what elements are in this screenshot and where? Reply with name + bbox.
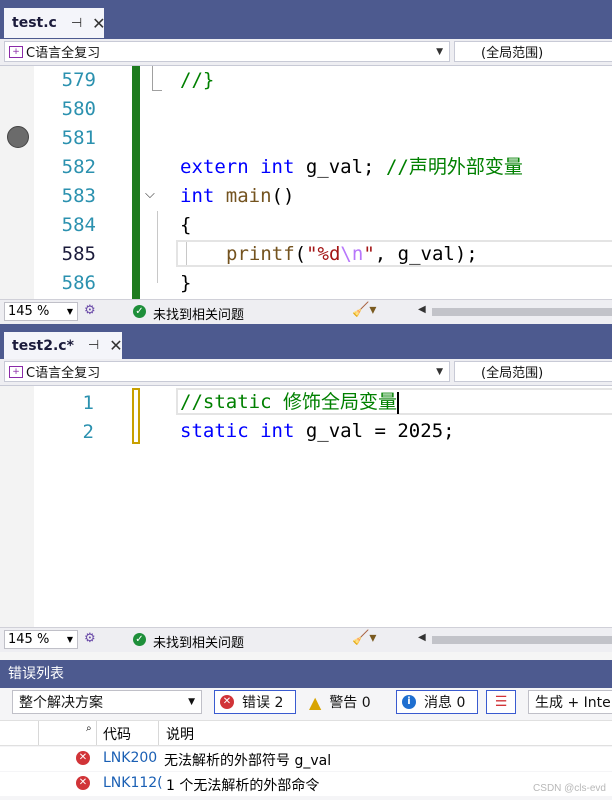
error-row[interactable]: ✕ LNK112( 1 个无法解析的外部命令 [0, 772, 612, 796]
project-dropdown[interactable]: + C语言全复习 ▼ [4, 41, 450, 62]
editor2-code-area[interactable]: 1 2 //static 修饰全局变量 static int g_val = 2… [0, 386, 612, 627]
line-number: 586 [61, 272, 96, 294]
intellicode-icon[interactable]: ⚙ [84, 631, 96, 646]
code-line: { [180, 214, 192, 236]
fold-guide [152, 66, 153, 90]
pin-icon[interactable]: ⊣ [71, 16, 82, 31]
editor1-navbar: + C语言全复习 ▼ (全局范围) [0, 39, 612, 66]
line-number: 585 [61, 243, 96, 265]
chevron-down-icon: ▼ [436, 46, 443, 57]
editor1-statusbar: 145 % ▼ ⚙ ✓ 未找到相关问题 🧹▾ ◀ [0, 299, 612, 324]
project-icon: + [9, 365, 23, 378]
error-description: 无法解析的外部符号 g_val [164, 753, 332, 769]
error-row[interactable]: ✕ LNK200 无法解析的外部符号 g_val [0, 747, 612, 771]
line-number: 2 [82, 421, 94, 443]
check-icon: ✓ [133, 305, 146, 318]
issues-status[interactable]: 未找到相关问题 [153, 632, 244, 651]
line-number: 582 [61, 156, 96, 178]
code-cleanup-icon[interactable]: 🧹▾ [352, 302, 376, 318]
zoom-dropdown[interactable]: 145 % ▼ [4, 630, 78, 649]
column-divider[interactable] [158, 721, 159, 745]
unsaved-change-bar [132, 388, 140, 444]
error-list-title[interactable]: 错误列表 [0, 660, 612, 688]
project-icon: + [9, 45, 23, 58]
line-number: 583 [61, 185, 96, 207]
close-icon[interactable]: ✕ [109, 336, 122, 355]
intellicode-icon[interactable]: ⚙ [84, 303, 96, 318]
chevron-down-icon: ▼ [188, 697, 195, 707]
editor2-statusbar: 145 % ▼ ⚙ ✓ 未找到相关问题 🧹▾ ◀ [0, 627, 612, 652]
project-label: C语言全复习 [26, 46, 101, 61]
horizontal-scrollbar[interactable] [432, 308, 612, 316]
error-code-link[interactable]: LNK112( [103, 775, 163, 791]
scope-filter-dropdown[interactable]: 整个解决方案 ▼ [12, 690, 202, 714]
project-dropdown[interactable]: + C语言全复习 ▼ [4, 361, 450, 382]
scope-label: (全局范围) [481, 366, 544, 381]
error-list-panel: 错误列表 整个解决方案 ▼ ✕ 错误 2 ▲ 警告 0 i 消息 0 ☰ 生成 … [0, 660, 612, 800]
error-code-link[interactable]: LNK200 [103, 750, 157, 766]
messages-filter-button[interactable]: i 消息 0 [396, 690, 478, 714]
line-number: 584 [61, 214, 96, 236]
code-line: static int g_val = 2025; [180, 420, 455, 442]
check-icon: ✓ [133, 633, 146, 646]
column-header-code[interactable]: 代码 [103, 724, 131, 744]
zoom-dropdown[interactable]: 145 % ▼ [4, 302, 78, 321]
close-icon[interactable]: ✕ [92, 14, 105, 33]
build-source-dropdown[interactable]: 生成 + Inte [528, 690, 612, 714]
column-header-description[interactable]: 说明 [166, 724, 194, 744]
project-label: C语言全复习 [26, 366, 101, 381]
line-number: 579 [61, 69, 96, 91]
issues-status[interactable]: 未找到相关问题 [153, 304, 244, 323]
warnings-filter-button[interactable]: ▲ 警告 0 [302, 690, 390, 714]
chevron-down-icon: ▼ [66, 635, 73, 644]
breakpoint-icon[interactable] [7, 126, 29, 148]
scope-label: (全局范围) [481, 46, 544, 61]
chevron-down-icon: ▼ [66, 307, 73, 316]
build-filter-toggle[interactable]: ☰ [486, 690, 516, 714]
code-line: int main() [180, 185, 295, 207]
editor1-code-area[interactable]: 579 580 581 582 583 584 585 586 ⌵ //} ex… [0, 66, 612, 299]
collapse-chevron-icon[interactable]: ⌵ [145, 187, 155, 202]
tab-test2-c[interactable]: test2.c* ⊣ ✕ [4, 332, 123, 359]
fold-guide [152, 90, 162, 91]
scope-dropdown[interactable]: (全局范围) [454, 41, 612, 62]
errors-filter-button[interactable]: ✕ 错误 2 [214, 690, 296, 714]
code-cleanup-icon[interactable]: 🧹▾ [352, 630, 376, 646]
tab-title: test2.c* [12, 337, 74, 354]
code-line: //static 修饰全局变量 [180, 391, 399, 414]
info-icon: i [402, 695, 416, 709]
warning-icon: ▲ [309, 692, 322, 712]
line-number: 581 [61, 127, 96, 149]
fold-guide [157, 211, 158, 283]
error-icon: ✕ [76, 776, 90, 790]
glyph-margin[interactable] [0, 66, 34, 299]
line-number: 1 [82, 392, 94, 414]
error-icon: ✕ [76, 751, 90, 765]
scroll-left-icon[interactable]: ◀ [418, 304, 426, 315]
chevron-down-icon: ▼ [436, 366, 443, 377]
change-tracking-bar [132, 66, 140, 299]
pin-icon[interactable]: ⊣ [88, 338, 99, 353]
line-number: 580 [61, 98, 96, 120]
glyph-margin[interactable] [0, 386, 34, 627]
error-icon: ✕ [220, 695, 234, 709]
scope-dropdown[interactable]: (全局范围) [454, 361, 612, 382]
column-header: ⌕ 代码 说明 [0, 720, 612, 746]
watermark: CSDN @cls-evd [533, 783, 606, 794]
code-line: //} [180, 69, 215, 91]
text-caret [396, 391, 399, 414]
code-line: printf("%d\n", g_val); [226, 243, 478, 265]
editor2-navbar: + C语言全复习 ▼ (全局范围) [0, 359, 612, 386]
code-line: extern int g_val; //声明外部变量 [180, 156, 523, 178]
filter-icon[interactable]: ⌕ [86, 723, 92, 734]
tab-title: test.c [12, 15, 57, 31]
tab-test-c[interactable]: test.c ⊣ ✕ [4, 8, 106, 38]
column-divider[interactable] [38, 721, 39, 745]
scroll-left-icon[interactable]: ◀ [418, 632, 426, 643]
code-line: } [180, 272, 192, 294]
error-description: 1 个无法解析的外部命令 [166, 778, 320, 794]
column-divider[interactable] [96, 721, 97, 745]
horizontal-scrollbar[interactable] [432, 636, 612, 644]
